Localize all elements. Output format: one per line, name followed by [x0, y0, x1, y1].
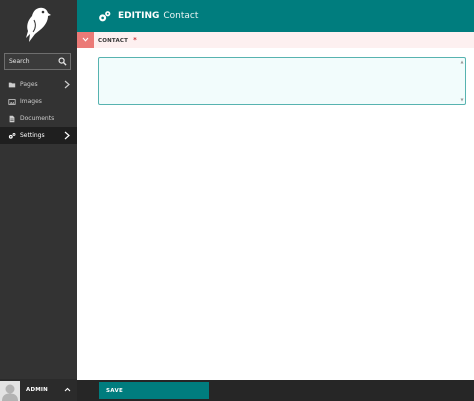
account-menu[interactable]: ADMIN: [0, 379, 77, 401]
chevron-right-icon: [64, 131, 70, 140]
page-title-subject: Contact: [163, 11, 199, 21]
save-button[interactable]: SAVE: [99, 382, 209, 399]
footer-actions: SAVE: [77, 380, 474, 401]
chevron-down-icon: [82, 37, 89, 42]
search-input[interactable]: [5, 54, 57, 69]
field-label-text: CONTACT: [98, 38, 129, 44]
sidebar-item-pages[interactable]: Pages: [0, 76, 77, 93]
page-title-action: EDITING: [118, 11, 160, 21]
sidebar: Pages Images Documents: [0, 0, 77, 401]
avatar[interactable]: [0, 381, 20, 401]
bird-logo-icon[interactable]: [22, 6, 52, 44]
field-header: CONTACT *: [77, 32, 474, 48]
sidebar-item-label: Settings: [20, 132, 45, 139]
image-icon: [8, 98, 16, 105]
sidebar-item-label: Documents: [20, 115, 55, 122]
field-label: CONTACT *: [98, 36, 137, 44]
sidebar-item-settings[interactable]: Settings: [0, 127, 77, 144]
chevron-right-icon: [64, 80, 70, 89]
chevron-up-icon[interactable]: [64, 387, 71, 392]
sidebar-item-label: Pages: [20, 81, 38, 88]
document-icon: [9, 115, 15, 122]
folder-icon: [8, 82, 16, 87]
cogs-icon: [8, 132, 16, 139]
sidebar-item-images[interactable]: Images: [0, 93, 77, 110]
account-name: ADMIN: [26, 387, 48, 393]
search-icon[interactable]: [58, 57, 67, 66]
main-menu: Pages Images Documents Settings: [0, 76, 77, 144]
cogs-icon: [99, 10, 111, 21]
contact-textarea[interactable]: [98, 57, 466, 105]
sidebar-item-documents[interactable]: Documents: [0, 110, 77, 127]
sidebar-item-label: Images: [20, 98, 42, 105]
scroll-up-arrow-icon[interactable]: [460, 60, 464, 64]
required-marker: *: [133, 36, 137, 44]
page-header: EDITING Contact: [77, 0, 474, 32]
scroll-down-arrow-icon[interactable]: [460, 98, 464, 102]
search-box: [4, 53, 71, 70]
page-title: EDITING Contact: [118, 11, 198, 21]
field-collapse-toggle[interactable]: [77, 32, 94, 48]
